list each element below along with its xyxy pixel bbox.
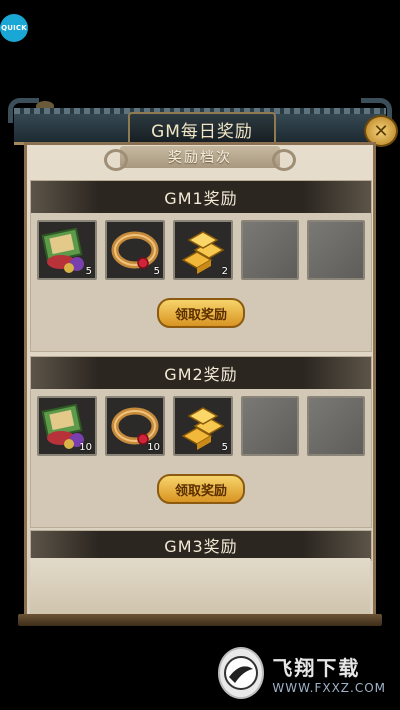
dialog-title: GM每日奖励 — [128, 112, 276, 146]
reward-slot-empty — [307, 220, 365, 280]
claim-reward-button[interactable]: 领取奖励 — [157, 474, 245, 504]
section-heading: GM3奖励 — [31, 531, 371, 559]
item-quantity: 5 — [153, 266, 160, 277]
reward-slot-empty — [307, 396, 365, 456]
reward-slot-ring[interactable]: 5 — [105, 220, 165, 280]
reward-slot-gold-bars[interactable]: 5 — [173, 396, 233, 456]
item-quantity: 10 — [147, 442, 160, 453]
panel-bottom-border — [18, 614, 382, 626]
watermark: 飞翔下载 WWW.FXXZ.COM — [218, 647, 386, 699]
reward-slot-ring[interactable]: 10 — [105, 396, 165, 456]
tier-subheader: 奖励档次 — [104, 146, 296, 171]
reward-section-gm1: GM1奖励 5 5 2 领取奖励 — [30, 180, 372, 352]
item-quantity: 2 — [221, 266, 228, 277]
item-quantity: 10 — [79, 442, 92, 453]
reward-slot-gift-bundle[interactable]: 5 — [37, 220, 97, 280]
reward-slot-empty — [241, 396, 299, 456]
reward-slot-gift-bundle[interactable]: 10 — [37, 396, 97, 456]
reward-slots: 10 10 5 — [31, 389, 371, 456]
item-quantity: 5 — [85, 266, 92, 277]
close-icon: ✕ — [373, 120, 389, 142]
roof-curl-left — [8, 98, 39, 123]
watermark-url: WWW.FXXZ.COM — [272, 680, 386, 695]
section-heading: GM1奖励 — [31, 181, 371, 213]
item-quantity: 5 — [221, 442, 228, 453]
watermark-brand: 飞翔下载 — [272, 655, 361, 680]
reward-slots: 5 5 2 — [31, 213, 371, 280]
quick-button[interactable]: QUICK — [0, 14, 28, 42]
section-body-gm3 — [30, 558, 370, 614]
reward-section-gm2: GM2奖励 10 10 5 领取奖励 — [30, 356, 372, 528]
section-heading: GM2奖励 — [31, 357, 371, 389]
reward-slot-empty — [241, 220, 299, 280]
claim-reward-button[interactable]: 领取奖励 — [157, 298, 245, 328]
watermark-logo-icon — [218, 647, 265, 699]
reward-slot-gold-bars[interactable]: 2 — [173, 220, 233, 280]
reward-section-gm3: GM3奖励 — [30, 530, 372, 561]
